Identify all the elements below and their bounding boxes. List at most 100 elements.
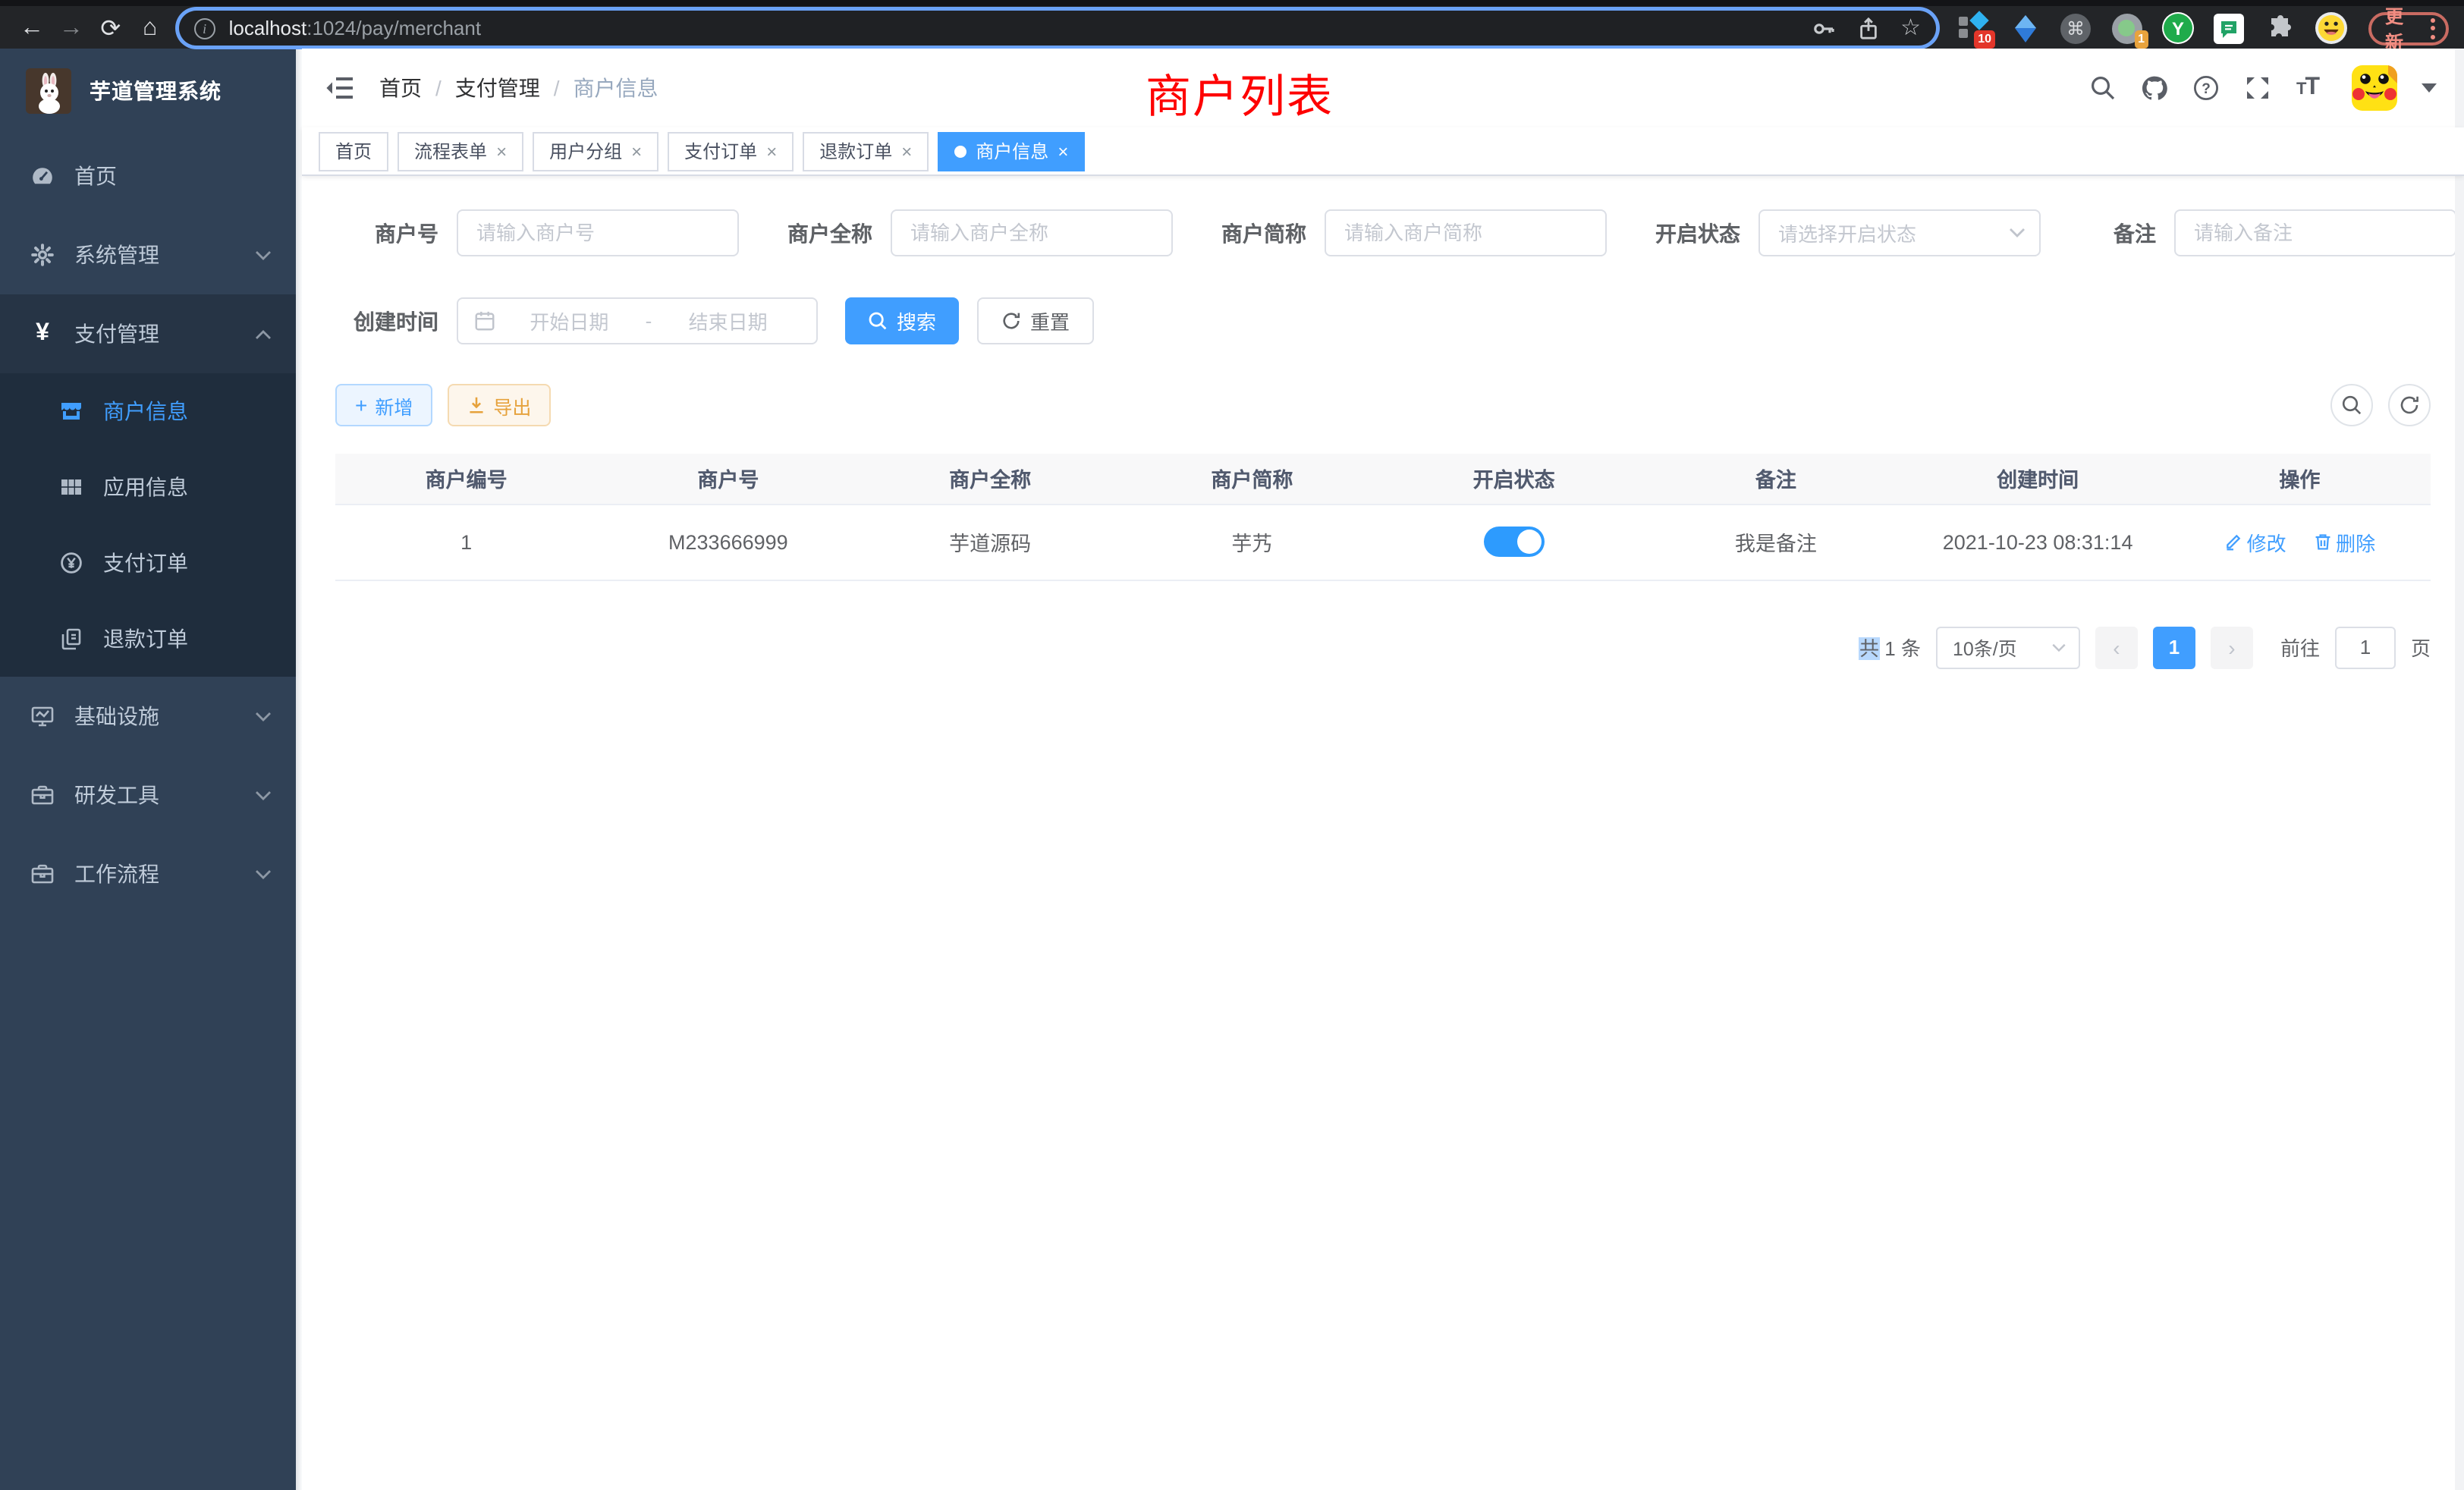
tab-user-group[interactable]: 用户分组 [533, 131, 658, 171]
fullscreen-icon[interactable] [2245, 74, 2272, 102]
extension-chat-icon[interactable] [2214, 13, 2244, 43]
col-merchant-no: 商户号 [597, 454, 859, 504]
table-row: 1 M233666999 芋道源码 芋艿 我是备注 2021-10-23 08:… [335, 504, 2431, 580]
tab-pay-order[interactable]: 支付订单 [668, 131, 794, 171]
cell-actions: 修改 删除 [2169, 504, 2431, 580]
breadcrumb: 首页 / 支付管理 / 商户信息 [379, 73, 658, 103]
date-range-picker[interactable]: 开始日期 - 结束日期 [457, 297, 818, 344]
browser-extensions: 10 ⌘ 1 Y [1957, 12, 2347, 44]
extensions-puzzle-icon[interactable] [2264, 12, 2296, 44]
chevron-down-icon [2051, 643, 2066, 652]
breadcrumb-payment[interactable]: 支付管理 [455, 73, 540, 103]
page-size-select[interactable]: 10条/页 [1936, 626, 2080, 668]
full-name-input[interactable] [891, 209, 1173, 256]
cell-short-name: 芋艿 [1121, 504, 1383, 580]
col-full-name: 商户全称 [860, 454, 1121, 504]
extension-recorder-icon[interactable]: 1 [2110, 12, 2142, 44]
tab-process-form[interactable]: 流程表单 [398, 131, 523, 171]
password-key-icon[interactable] [1811, 16, 1835, 40]
prev-page-button[interactable]: ‹ [2095, 626, 2138, 668]
browser-menu-icon[interactable] [2431, 17, 2435, 39]
extension-y-icon[interactable]: Y [2162, 12, 2194, 44]
sidebar-item-dev-tools[interactable]: 研发工具 [0, 756, 296, 835]
remark-label: 备注 [2114, 218, 2156, 248]
sidebar-item-infrastructure[interactable]: 基础设施 [0, 677, 296, 756]
date-start-placeholder: 开始日期 [496, 306, 643, 335]
chevron-down-icon [255, 250, 272, 260]
merchant-no-input[interactable] [457, 209, 739, 256]
font-size-icon[interactable]: TT [2296, 74, 2318, 102]
sidebar-submenu-payment: 商户信息 应用信息 支付订单 [0, 373, 296, 677]
tags-view-bar: 首页 流程表单 用户分组 支付订单 退款订单 商户信息 [302, 127, 2464, 176]
cell-merchant-id: 1 [335, 504, 597, 580]
top-navbar: 首页 / 支付管理 / 商户信息 商户列表 ? [302, 49, 2464, 127]
next-page-button[interactable]: › [2211, 626, 2253, 668]
chevron-down-icon [255, 869, 272, 879]
avatar-caret-icon[interactable] [2422, 83, 2437, 93]
help-icon[interactable]: ? [2193, 74, 2220, 102]
search-button[interactable]: 搜索 [845, 297, 959, 344]
close-icon[interactable] [631, 142, 642, 160]
yen-icon: ¥ [30, 320, 55, 347]
sidebar-item-refund-order[interactable]: 退款订单 [0, 601, 296, 677]
bookmark-star-icon[interactable]: ☆ [1900, 17, 1921, 39]
delete-link[interactable]: 删除 [2313, 527, 2375, 556]
add-button[interactable]: + 新增 [335, 384, 432, 426]
share-icon[interactable] [1856, 16, 1879, 40]
sidebar-item-app-info[interactable]: 应用信息 [0, 449, 296, 525]
browser-forward-button[interactable]: → [52, 10, 91, 46]
sidebar-item-system[interactable]: 系统管理 [0, 215, 296, 294]
address-bar[interactable]: i localhost:1024/pay/merchant ☆ [179, 11, 1936, 46]
goto-label: 前往 [2280, 633, 2320, 662]
close-icon[interactable] [1058, 142, 1068, 160]
extension-blocker-icon[interactable]: 10 [1957, 12, 1989, 44]
extension-kite-icon[interactable] [2009, 12, 2041, 44]
github-icon[interactable] [2142, 74, 2169, 102]
sidebar-item-payment[interactable]: ¥ 支付管理 [0, 294, 296, 373]
avatar[interactable] [2352, 65, 2397, 111]
app-logo[interactable]: 芋道管理系统 [0, 58, 296, 124]
tab-refund-order[interactable]: 退款订单 [803, 131, 929, 171]
export-button[interactable]: 导出 [448, 384, 551, 426]
show-search-toggle-button[interactable] [2330, 384, 2373, 426]
plus-icon: + [355, 395, 367, 416]
browser-back-button[interactable]: ← [12, 10, 52, 46]
sidebar-item-home[interactable]: 首页 [0, 137, 296, 215]
svg-text:?: ? [2202, 81, 2211, 97]
browser-reload-button[interactable]: ⟳ [91, 10, 130, 46]
filter-row-2: 创建时间 开始日期 - 结束日期 搜索 重置 [335, 297, 2431, 344]
remark-input[interactable] [2174, 209, 2456, 256]
tab-merchant-info[interactable]: 商户信息 [938, 131, 1085, 171]
merchant-table: 商户编号 商户号 商户全称 商户简称 开启状态 备注 创建时间 操作 1 [335, 454, 2431, 580]
extension-command-icon[interactable]: ⌘ [2060, 13, 2091, 43]
edit-link[interactable]: 修改 [2224, 527, 2286, 556]
browser-home-button[interactable]: ⌂ [130, 10, 170, 46]
extension-badge-orange: 1 [2134, 30, 2148, 49]
tab-home[interactable]: 首页 [319, 131, 388, 171]
search-icon[interactable] [2090, 74, 2117, 102]
sidebar-item-workflow[interactable]: 工作流程 [0, 835, 296, 913]
refresh-table-button[interactable] [2388, 384, 2431, 426]
status-select[interactable]: 请选择开启状态 [1758, 209, 2041, 256]
sidebar-item-merchant-info[interactable]: 商户信息 [0, 373, 296, 449]
extension-emoji-icon[interactable] [2315, 12, 2347, 44]
browser-update-button[interactable]: 更新 [2368, 11, 2449, 45]
col-short-name: 商户简称 [1121, 454, 1383, 504]
page-title-annotation: 商户列表 [1146, 59, 1334, 126]
sidebar-item-pay-order[interactable]: 支付订单 [0, 525, 296, 601]
close-icon[interactable] [496, 142, 507, 160]
page-1-button[interactable]: 1 [2153, 626, 2195, 668]
window-scrollbar[interactable] [2455, 49, 2464, 1490]
close-icon[interactable] [766, 142, 777, 160]
status-toggle[interactable] [1484, 527, 1545, 557]
close-icon[interactable] [901, 142, 912, 160]
sidebar-collapse-icon[interactable] [325, 73, 355, 103]
cell-full-name: 芋道源码 [860, 504, 1121, 580]
reset-button[interactable]: 重置 [977, 297, 1094, 344]
create-time-label: 创建时间 [335, 306, 438, 336]
breadcrumb-home[interactable]: 首页 [379, 73, 422, 103]
site-info-icon[interactable]: i [194, 17, 215, 39]
goto-page-input[interactable] [2335, 626, 2396, 668]
breadcrumb-current: 商户信息 [574, 73, 658, 103]
short-name-input[interactable] [1325, 209, 1607, 256]
